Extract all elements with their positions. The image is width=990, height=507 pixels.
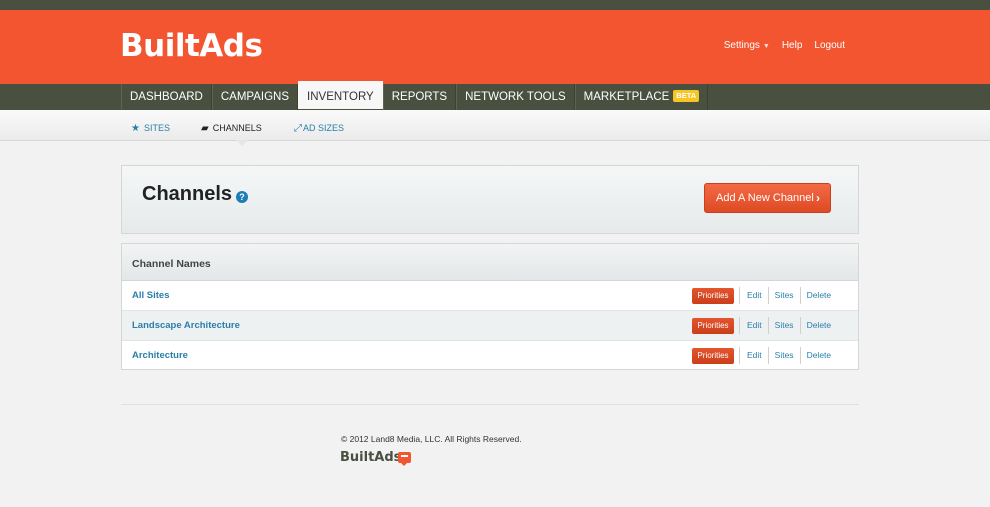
nav-marketplace[interactable]: MARKETPLACE BETA — [574, 84, 709, 110]
page-title: Channels — [142, 183, 233, 205]
builtads-logo[interactable]: BuiltAds — [120, 28, 263, 64]
folder-icon: ▰ — [201, 123, 209, 134]
beta-badge: BETA — [673, 90, 700, 102]
priorities-button[interactable]: Priorities — [692, 317, 734, 334]
delete-link[interactable]: Delete — [799, 287, 838, 304]
channel-name-link[interactable]: Landscape Architecture — [132, 320, 240, 331]
add-channel-label: Add A New Channel — [716, 192, 814, 204]
subnav-channels-label: CHANNELS — [212, 123, 262, 133]
main-nav: DASHBOARD CAMPAIGNS INVENTORY REPORTS NE… — [0, 81, 990, 110]
add-channel-button[interactable]: Add A New Channel › — [704, 183, 831, 213]
row-actions: Priorities Edit Sites Delete — [692, 317, 837, 334]
subnav-ad-sizes[interactable]: ⤢AD SIZES — [294, 123, 344, 134]
nav-network-tools[interactable]: NETWORK TOOLS — [456, 84, 575, 110]
nav-reports[interactable]: REPORTS — [382, 84, 457, 110]
subnav-ad-sizes-label: AD SIZES — [303, 123, 345, 133]
delete-link[interactable]: Delete — [799, 347, 838, 364]
nav-inventory[interactable]: INVENTORY — [298, 81, 383, 109]
edit-link[interactable]: Edit — [739, 347, 768, 364]
edit-link[interactable]: Edit — [739, 317, 768, 334]
row-actions: Priorities Edit Sites Delete — [692, 347, 837, 364]
header: BuiltAds Settings ▼ Help Logout — [0, 10, 990, 84]
nav-campaigns[interactable]: CAMPAIGNS — [211, 84, 299, 110]
settings-label: Settings — [723, 40, 760, 51]
top-strip — [0, 0, 990, 10]
chevron-right-icon: › — [816, 191, 820, 205]
footer-logo: BuiltAds — [340, 450, 402, 465]
nav-dashboard[interactable]: DASHBOARD — [121, 84, 212, 110]
edit-link[interactable]: Edit — [739, 287, 768, 304]
column-header-channel-names: Channel Names — [132, 258, 211, 270]
row-actions: Priorities Edit Sites Delete — [692, 287, 837, 304]
table-row: Architecture Priorities Edit Sites Delet… — [122, 341, 858, 370]
help-link[interactable]: Help — [782, 40, 803, 51]
copyright-text: © 2012 Land8 Media, LLC. All Rights Rese… — [341, 434, 522, 444]
priorities-button[interactable]: Priorities — [692, 347, 734, 364]
speech-bubble-icon — [398, 452, 411, 466]
resize-icon: ⤢ — [294, 123, 302, 134]
table-header: Channel Names — [122, 244, 858, 281]
footer-divider — [121, 404, 859, 405]
logout-link[interactable]: Logout — [814, 40, 845, 51]
subnav-sites[interactable]: ★ SITES — [131, 123, 170, 134]
nav-marketplace-label: MARKETPLACE — [583, 91, 670, 103]
user-nav: Settings ▼ Help Logout — [724, 40, 845, 51]
caret-down-icon: ▼ — [762, 43, 770, 50]
subnav-channels[interactable]: ▰ CHANNELS — [201, 123, 262, 134]
star-icon: ★ — [131, 123, 140, 134]
sites-link[interactable]: Sites — [767, 287, 800, 304]
table-row: Landscape Architecture Priorities Edit S… — [122, 311, 858, 341]
priorities-button[interactable]: Priorities — [692, 287, 734, 304]
channels-table: Channel Names All Sites Priorities Edit … — [121, 243, 859, 370]
table-row: All Sites Priorities Edit Sites Delete — [122, 281, 858, 311]
delete-link[interactable]: Delete — [799, 317, 838, 334]
sites-link[interactable]: Sites — [767, 347, 800, 364]
settings-menu[interactable]: Settings ▼ — [724, 40, 770, 51]
channel-name-link[interactable]: Architecture — [132, 350, 188, 361]
page-header-panel: Channels ? Add A New Channel › — [121, 165, 859, 234]
subnav-sites-label: SITES — [143, 123, 170, 133]
help-icon[interactable]: ? — [236, 191, 248, 203]
active-subnav-pointer — [236, 140, 248, 146]
sites-link[interactable]: Sites — [767, 317, 800, 334]
channel-name-link[interactable]: All Sites — [132, 290, 170, 301]
sub-nav: ★ SITES ▰ CHANNELS ⤢AD SIZES — [0, 110, 990, 141]
